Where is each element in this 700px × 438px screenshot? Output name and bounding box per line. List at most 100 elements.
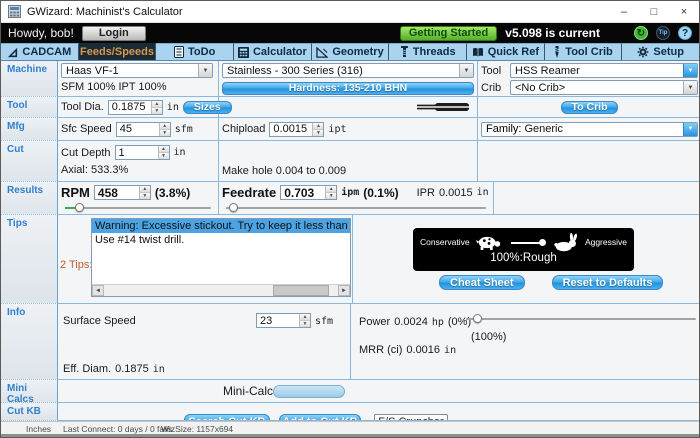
list-item[interactable]: Warning: Excessive stickout. Try to keep…	[92, 219, 350, 233]
tab-feeds-speeds[interactable]: Feeds/Speeds	[78, 43, 157, 60]
tab-setup[interactable]: Setup	[622, 43, 699, 60]
family-select-value: Generic	[524, 123, 563, 135]
tab-threads[interactable]: Threads	[389, 43, 468, 60]
cut-depth-unit: in	[173, 147, 186, 158]
chevron-down-icon[interactable]: ▼	[683, 81, 697, 94]
spin-up-icon[interactable]: ▲	[158, 146, 169, 153]
cut-row-label: Cut	[1, 141, 58, 182]
horizontal-scrollbar[interactable]: ◄ ►	[92, 284, 350, 296]
family-select[interactable]: Family: Generic ▼	[481, 121, 698, 137]
cut-depth-input[interactable]	[115, 146, 158, 159]
cheat-sheet-button[interactable]: Cheat Sheet	[439, 275, 525, 290]
chevron-down-icon[interactable]: ▼	[459, 64, 473, 77]
ipr-unit: in	[476, 187, 489, 198]
refresh-icon[interactable]: ↻	[634, 26, 648, 40]
list-item[interactable]: Use #14 twist drill.	[92, 233, 350, 247]
spin-down-icon[interactable]: ▼	[158, 153, 169, 159]
rpm-input[interactable]	[94, 186, 139, 199]
fs-cruncher-button[interactable]: F/S Cruncher	[374, 414, 448, 420]
chipload-label: Chipload	[222, 123, 266, 135]
spin-down-icon[interactable]: ▼	[139, 193, 150, 199]
minimize-button[interactable]: –	[609, 1, 639, 22]
aggressiveness-slider[interactable]	[510, 238, 546, 247]
chevron-down-icon[interactable]: ▼	[198, 64, 212, 77]
aggressiveness-slider-thumb[interactable]	[538, 238, 546, 246]
help-icon[interactable]: ?	[678, 26, 692, 40]
results-row: Results RPM ▲▼ (3.8%)	[1, 182, 699, 215]
tab-todo[interactable]: ToDo	[156, 43, 235, 60]
units-status[interactable]: Inches	[26, 424, 51, 434]
reset-to-defaults-button[interactable]: Reset to Defaults	[551, 275, 664, 290]
mfg-row-label: Mfg	[1, 118, 58, 141]
calculator-icon	[237, 46, 249, 58]
sfc-speed-input[interactable]	[116, 122, 159, 136]
tab-calculator[interactable]: Calculator	[234, 43, 312, 60]
power-slider[interactable]	[466, 314, 696, 324]
tab-geometry[interactable]: Geometry	[311, 43, 390, 60]
rpm-slider-thumb[interactable]	[75, 203, 85, 212]
close-button[interactable]: ×	[669, 1, 699, 22]
feedrate-slider-thumb[interactable]	[228, 203, 238, 212]
hole-size-note: Make hole 0.004 to 0.009	[222, 165, 347, 177]
tab-quick-ref[interactable]: Quick Ref	[467, 43, 545, 60]
tab-bar: CADCAM Feeds/Speeds ToDo Calculator Geom…	[1, 43, 699, 61]
spin-down-icon[interactable]: ▼	[313, 129, 324, 136]
to-crib-button[interactable]: To Crib	[560, 100, 619, 114]
material-select[interactable]: Stainless - 300 Series (316) ▼	[222, 63, 474, 78]
rpm-slider[interactable]	[65, 203, 211, 213]
ipr-label: IPR	[416, 186, 435, 199]
mrr-value: 0.0016	[406, 344, 441, 356]
spin-down-icon[interactable]: ▼	[151, 107, 162, 114]
spin-up-icon[interactable]: ▲	[326, 186, 337, 193]
machine-select[interactable]: Haas VF-1 ▼	[61, 63, 213, 78]
search-cut-kb-button[interactable]: Search Cut KB	[184, 414, 270, 420]
scroll-right-icon[interactable]: ►	[338, 285, 350, 296]
tool-select-label: Tool	[481, 64, 502, 77]
gear-icon	[637, 46, 650, 58]
crib-select[interactable]: <No Crib> ▼	[510, 80, 698, 95]
getting-started-button[interactable]: Getting Started	[399, 25, 498, 41]
login-button[interactable]: Login	[81, 25, 146, 41]
screw-icon	[400, 46, 408, 57]
tab-cadcam[interactable]: CADCAM	[1, 43, 79, 60]
spin-up-icon[interactable]: ▲	[313, 122, 324, 130]
mini-calcs-label-line1: Mini	[7, 383, 27, 394]
chipload-input[interactable]	[270, 122, 313, 136]
power-slider-thumb[interactable]	[472, 314, 482, 323]
spin-up-icon[interactable]: ▲	[139, 186, 150, 193]
aggressive-label: Aggressive	[584, 237, 627, 247]
ipr-value: 0.0015	[438, 186, 473, 199]
add-to-cut-kb-button[interactable]: Add to Cut KB	[279, 414, 361, 420]
tips-count: 2 Tips:	[60, 259, 93, 271]
feedrate-unit: ipm	[341, 187, 360, 198]
hardness-button[interactable]: Hardness: 135-210 BHN	[222, 81, 474, 95]
spin-up-icon[interactable]: ▲	[300, 314, 310, 321]
tips-row-label: Tips	[1, 215, 58, 304]
scrollbar-thumb[interactable]	[272, 285, 330, 296]
chipload-spinner: ▲▼	[269, 121, 325, 137]
cut-depth-label: Cut Depth	[61, 146, 111, 159]
mrr-label: MRR (ci)	[359, 344, 403, 356]
tool-dia-unit: in	[166, 101, 179, 113]
tip-icon[interactable]: Tip	[656, 26, 670, 40]
spin-down-icon[interactable]: ▼	[326, 193, 337, 199]
feedrate-input[interactable]	[281, 186, 326, 199]
tab-tool-crib[interactable]: Tool Crib	[544, 43, 623, 60]
feedrate-slider[interactable]	[226, 203, 486, 213]
chevron-down-icon[interactable]: ▼	[683, 122, 697, 136]
scroll-left-icon[interactable]: ◄	[92, 285, 104, 296]
tool-type-select[interactable]: HSS Reamer ▼	[510, 63, 698, 78]
spin-up-icon[interactable]: ▲	[159, 122, 170, 130]
chevron-down-icon[interactable]: ▼	[683, 64, 697, 77]
surface-speed-input[interactable]	[257, 314, 299, 327]
tool-dia-input[interactable]	[108, 100, 151, 114]
spin-up-icon[interactable]: ▲	[151, 100, 162, 108]
sfc-speed-spinner: ▲▼	[115, 121, 171, 137]
spin-down-icon[interactable]: ▼	[159, 129, 170, 136]
set-square-icon	[316, 46, 329, 58]
spin-down-icon[interactable]: ▼	[300, 321, 310, 327]
mini-calcs-select[interactable]	[273, 384, 345, 398]
tab-label: Threads	[412, 46, 456, 58]
reamer-profile-icon	[417, 103, 469, 111]
maximize-button[interactable]: □	[639, 1, 669, 22]
